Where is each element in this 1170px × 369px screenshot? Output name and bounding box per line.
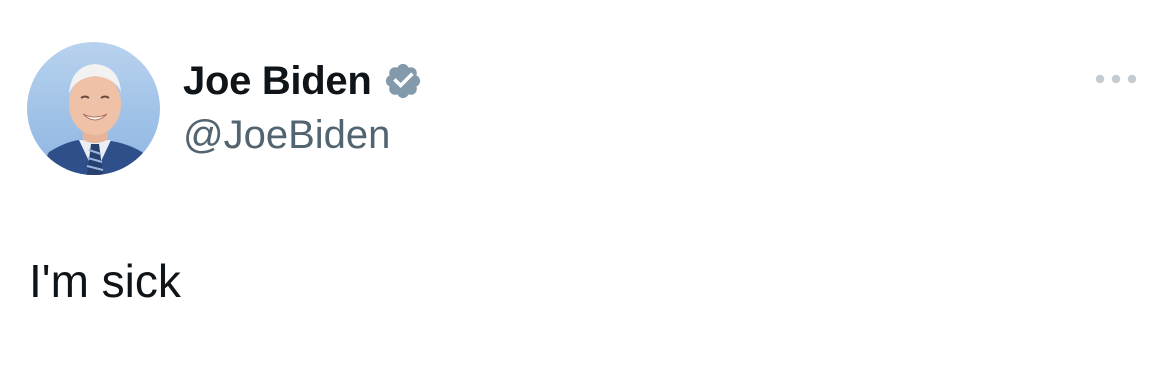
avatar[interactable] xyxy=(27,42,160,175)
avatar-image xyxy=(27,42,160,175)
more-options-button[interactable] xyxy=(1088,62,1144,96)
tweet-card: Joe Biden @JoeBiden I'm sick xyxy=(0,0,1170,369)
tweet-text: I'm sick xyxy=(29,255,181,307)
author-handle[interactable]: @JoeBiden xyxy=(183,113,423,158)
verified-badge-icon[interactable] xyxy=(383,61,423,101)
author-name-row: Joe Biden xyxy=(183,55,423,107)
tweet-author: Joe Biden @JoeBiden xyxy=(183,55,423,158)
author-display-name[interactable]: Joe Biden xyxy=(183,59,372,104)
more-horizontal-icon xyxy=(1095,74,1137,84)
